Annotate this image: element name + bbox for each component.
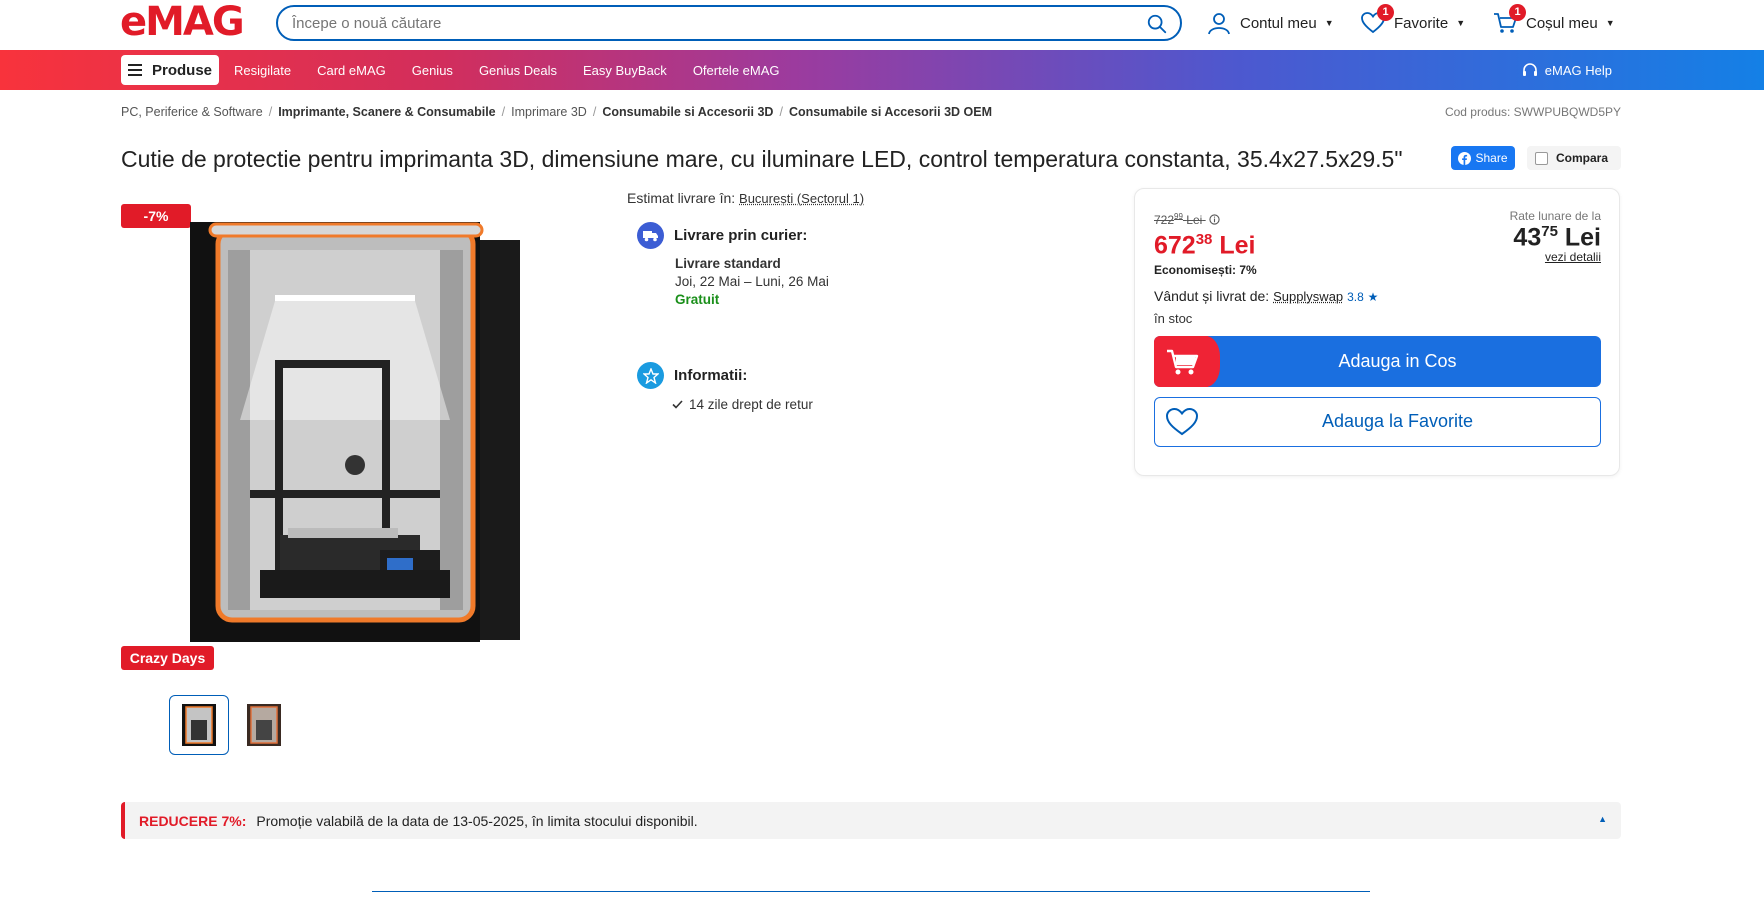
account-menu[interactable]: Contul meu ▼ <box>1206 10 1334 36</box>
favorites-icon-wrap: 1 <box>1360 4 1394 36</box>
breadcrumb-item[interactable]: Imprimare 3D <box>511 105 587 119</box>
promo-text: Promoție valabilă de la data de 13-05-20… <box>256 812 698 829</box>
info-heading: Informatii: <box>637 362 747 389</box>
search-icon[interactable] <box>1146 13 1168 35</box>
cart-count-badge: 1 <box>1509 4 1526 21</box>
add-to-cart-label: Adauga in Cos <box>1338 351 1457 371</box>
chevron-up-icon[interactable]: ▲ <box>1598 814 1607 824</box>
top-header: eMAG Contul meu ▼ 1 Favorite ▼ 1 Coșul m… <box>0 0 1764 50</box>
delivery-estimate: Estimat livrare în: București (Sectorul … <box>627 190 864 206</box>
star-badge-icon <box>637 362 664 389</box>
price-box: 72299 Lei 67238 Lei Economisești: 7% Rat… <box>1134 188 1620 476</box>
favorites-count-badge: 1 <box>1377 4 1394 21</box>
delivery-dates: Joi, 22 Mai – Luni, 26 Mai <box>675 274 829 289</box>
return-policy-text: 14 zile drept de retur <box>689 397 813 412</box>
breadcrumb: PC, Periferice & Software / Imprimante, … <box>121 105 992 119</box>
help-label: eMAG Help <box>1544 62 1612 78</box>
caret-down-icon: ▼ <box>1456 18 1466 28</box>
nav-link-genius[interactable]: Genius <box>412 63 453 78</box>
cart-icon-wrap: 1 <box>1492 4 1526 36</box>
star-icon: ★ <box>1367 290 1379 304</box>
return-policy: 14 zile drept de retur <box>672 397 813 412</box>
breadcrumb-item[interactable]: PC, Periferice & Software <box>121 105 263 119</box>
breadcrumb-item[interactable]: Consumabile si Accesorii 3D <box>602 105 773 119</box>
campaign-badge: Crazy Days <box>121 646 214 670</box>
standard-delivery-label: Livrare standard <box>675 256 781 271</box>
user-icon <box>1208 13 1230 35</box>
nav-link-ofertele-emag[interactable]: Ofertele eMAG <box>693 63 780 78</box>
installments-details-link[interactable]: vezi detalii <box>1545 250 1601 264</box>
breadcrumb-separator: / <box>501 105 506 119</box>
nav-link-resigilate[interactable]: Resigilate <box>234 63 291 78</box>
compare-toggle[interactable]: Compara <box>1527 146 1621 170</box>
delivery-estimate-label: Estimat livrare în: <box>627 190 736 206</box>
installments-value: 4375 Lei <box>1513 223 1601 252</box>
cart-menu[interactable]: 1 Coșul meu ▼ <box>1492 4 1615 36</box>
compare-label: Compara <box>1556 151 1609 165</box>
help-link[interactable]: eMAG Help <box>1521 61 1612 79</box>
current-price: 67238 Lei <box>1154 231 1256 260</box>
savings-label: Economisești: 7% <box>1154 263 1257 277</box>
nav-link-easy-buyback[interactable]: Easy BuyBack <box>583 63 667 78</box>
courier-delivery-heading: Livrare prin curier: <box>637 222 807 249</box>
facebook-share-button[interactable]: Share <box>1451 146 1515 170</box>
product-title: Cutie de protectie pentru imprimanta 3D,… <box>121 146 1403 172</box>
product-thumbnail[interactable] <box>169 695 229 755</box>
seller-info: Vândut și livrat de: Supplyswap 3.8 ★ <box>1154 288 1378 304</box>
delivery-location-link[interactable]: București (Sectorul 1) <box>739 191 864 206</box>
compare-checkbox[interactable] <box>1535 151 1548 165</box>
headset-icon <box>1522 63 1537 76</box>
product-image[interactable] <box>180 210 550 650</box>
thumbnail-image[interactable] <box>180 702 218 748</box>
caret-down-icon: ▼ <box>1605 18 1615 28</box>
stock-status: în stoc <box>1154 311 1193 326</box>
breadcrumb-item[interactable]: Imprimante, Scanere & Consumabile <box>278 105 495 119</box>
info-title: Informatii: <box>674 367 748 384</box>
products-menu-label: Produse <box>151 61 212 79</box>
facebook-icon <box>1458 151 1472 165</box>
installments-label: Rate lunare de la <box>1509 209 1601 223</box>
sold-by-label: Vândut și livrat de: <box>1154 288 1270 304</box>
old-price: 72299 Lei <box>1154 212 1220 227</box>
main-navbar: Produse Resigilate Card eMAG Genius Geni… <box>0 50 1764 90</box>
checkmark-icon <box>672 400 683 409</box>
promo-label: REDUCERE 7%: <box>139 812 247 829</box>
breadcrumb-separator: / <box>268 105 273 119</box>
favorites-menu[interactable]: 1 Favorite ▼ <box>1360 4 1466 36</box>
info-icon[interactable] <box>1209 214 1220 225</box>
hamburger-icon <box>127 64 142 76</box>
truck-icon <box>637 222 664 249</box>
search-input[interactable] <box>292 7 1132 39</box>
breadcrumb-separator: / <box>592 105 597 119</box>
courier-title: Livrare prin curier: <box>674 227 808 244</box>
search-bar <box>276 5 1182 41</box>
nav-link-genius-deals[interactable]: Genius Deals <box>479 63 557 78</box>
thumbnail-image[interactable] <box>245 702 283 748</box>
product-thumbnail[interactable] <box>234 695 294 755</box>
nav-link-card-emag[interactable]: Card eMAG <box>317 63 386 78</box>
product-code: Cod produs: SWWPUBQWD5PY <box>1444 105 1621 119</box>
promo-banner[interactable]: REDUCERE 7%: Promoție valabilă de la dat… <box>121 802 1621 839</box>
add-to-favorites-button[interactable]: Adauga la Favorite <box>1154 397 1601 447</box>
add-to-cart-button[interactable]: Adauga in Cos <box>1154 336 1601 387</box>
delivery-cost: Gratuit <box>675 292 720 307</box>
caret-down-icon: ▼ <box>1324 18 1334 28</box>
emag-logo[interactable]: eMAG <box>120 2 245 42</box>
cart-label: Coșul meu <box>1526 14 1598 32</box>
share-label: Share <box>1475 151 1508 165</box>
seller-link[interactable]: Supplyswap <box>1273 289 1343 304</box>
account-label: Contul meu <box>1240 14 1317 32</box>
breadcrumb-item[interactable]: Consumabile si Accesorii 3D OEM <box>789 105 992 119</box>
seller-rating: 3.8 <box>1347 290 1364 304</box>
section-divider <box>372 891 1370 892</box>
add-to-favorites-label: Adauga la Favorite <box>1321 411 1474 431</box>
breadcrumb-separator: / <box>779 105 783 119</box>
products-menu-button[interactable]: Produse <box>121 55 219 85</box>
nav-links: Resigilate Card eMAG Genius Genius Deals… <box>234 50 780 90</box>
favorites-label: Favorite <box>1394 14 1449 32</box>
